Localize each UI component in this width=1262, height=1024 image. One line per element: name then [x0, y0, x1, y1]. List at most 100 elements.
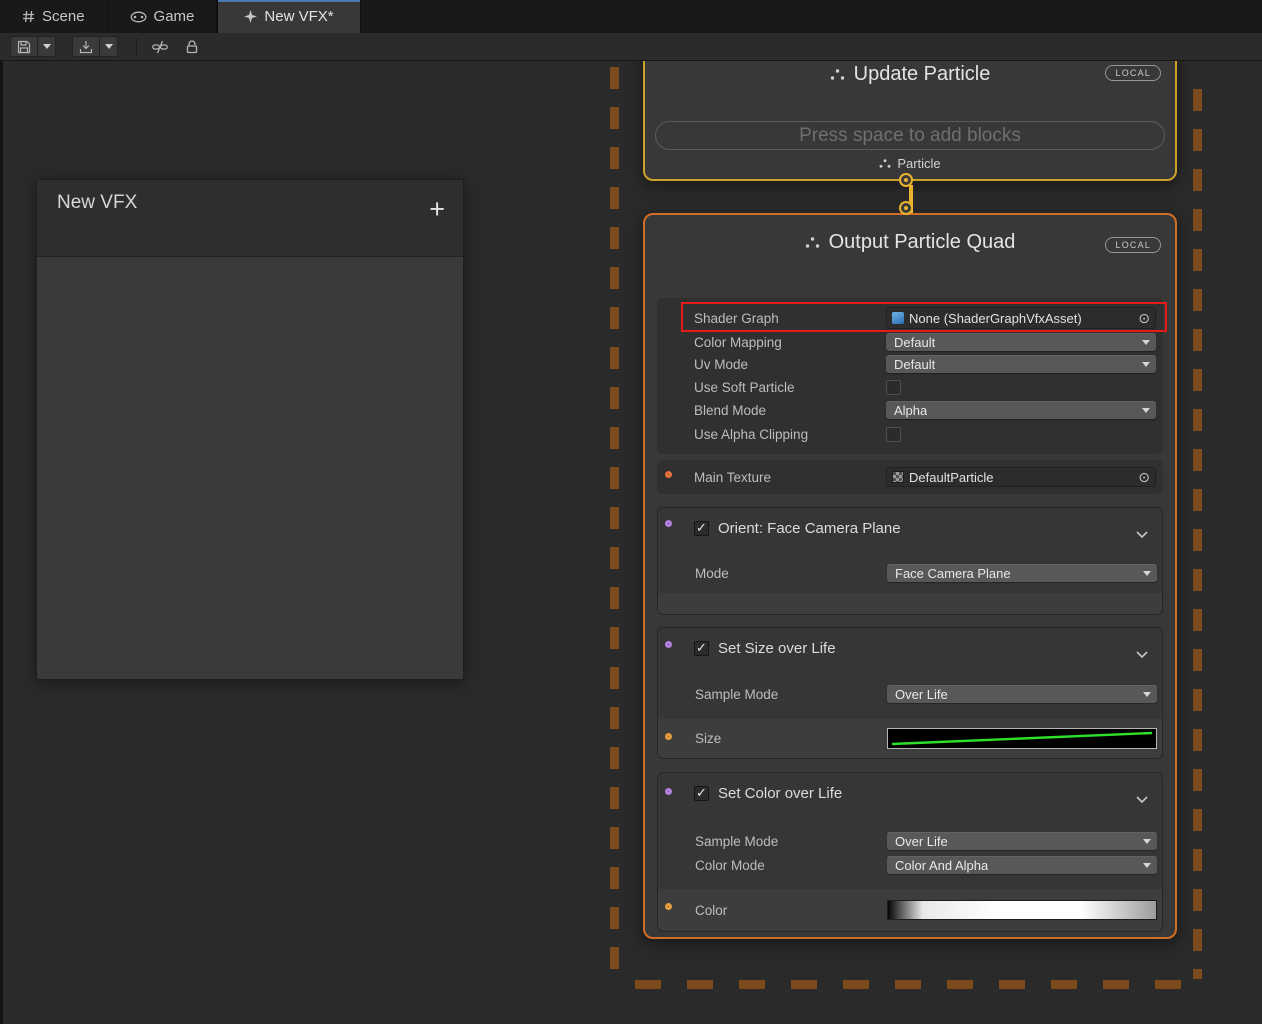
compile-button[interactable]	[72, 36, 100, 57]
output-node-title-row: Output Particle Quad	[645, 231, 1175, 254]
size-curve-row: Size	[658, 719, 1162, 758]
system-border-left	[610, 67, 619, 979]
setting-row-use-alpha-clipping: Use Alpha Clipping	[657, 426, 1163, 442]
orient-mode-dropdown[interactable]: Face Camera Plane	[887, 564, 1157, 582]
particle-port-text: Particle	[897, 156, 940, 171]
lock-button[interactable]	[179, 36, 205, 58]
color-label: Color	[695, 903, 887, 918]
color-mode-label: Color Mode	[695, 858, 887, 873]
main-texture-object-field[interactable]: DefaultParticle ⊙	[886, 467, 1156, 487]
main-texture-input-port[interactable]	[665, 471, 672, 478]
orient-block-port[interactable]	[665, 520, 672, 527]
update-particle-node[interactable]: Update Particle LOCAL Press space to add…	[643, 61, 1177, 181]
block-color-title: Set Color over Life	[718, 785, 842, 802]
color-gradient-field[interactable]	[887, 900, 1157, 920]
compile-options-dropdown[interactable]	[100, 36, 118, 57]
tab-game[interactable]: Game	[108, 0, 218, 33]
block-orient-title: Orient: Face Camera Plane	[718, 520, 901, 537]
main-texture-value: DefaultParticle	[909, 470, 1133, 485]
color-mapping-value: Default	[894, 335, 935, 350]
color-block-port[interactable]	[665, 788, 672, 795]
tab-new-vfx-label: New VFX*	[264, 8, 333, 25]
blend-mode-value: Alpha	[894, 403, 927, 418]
caret-down-icon	[1142, 408, 1150, 413]
color-mapping-dropdown[interactable]: Default	[886, 333, 1156, 351]
object-picker-icon[interactable]: ⊙	[1138, 311, 1150, 325]
blackboard-panel[interactable]: New VFX +	[36, 179, 464, 680]
object-picker-icon[interactable]: ⊙	[1138, 470, 1150, 484]
output-input-flow-port[interactable]	[901, 203, 911, 213]
system-border-right	[1193, 89, 1202, 979]
use-alpha-clipping-checkbox[interactable]	[886, 427, 901, 442]
block-set-size-over-life[interactable]: ✓ Set Size over Life Sample Mode Over Li…	[657, 627, 1163, 759]
blackboard-title: New VFX	[57, 192, 137, 214]
size-sample-mode-dropdown[interactable]: Over Life	[887, 685, 1157, 703]
game-controller-icon	[130, 11, 147, 23]
toolbar-separator	[136, 38, 137, 56]
update-node-title-row: Update Particle	[645, 63, 1175, 86]
save-button-group	[10, 36, 56, 57]
save-options-dropdown[interactable]	[38, 36, 56, 57]
local-badge: LOCAL	[1105, 65, 1161, 81]
shader-graph-asset-icon	[892, 312, 904, 324]
output-node-title: Output Particle Quad	[829, 231, 1016, 254]
compile-button-group	[72, 36, 118, 57]
system-border-bottom	[635, 980, 1205, 989]
block-color-enabled-checkbox[interactable]: ✓	[694, 786, 709, 801]
caret-down-icon	[1142, 362, 1150, 367]
block-orient-face-camera-plane[interactable]: ✓ Orient: Face Camera Plane Mode Face Ca…	[657, 507, 1163, 615]
caret-down-icon	[1143, 692, 1151, 697]
main-texture-panel: Main Texture DefaultParticle ⊙	[657, 460, 1163, 494]
block-size-enabled-checkbox[interactable]: ✓	[694, 641, 709, 656]
blackboard-add-button[interactable]: +	[429, 196, 445, 223]
block-orient-enabled-checkbox[interactable]: ✓	[694, 521, 709, 536]
update-output-flow-port[interactable]	[901, 175, 911, 185]
collapse-chevron-icon[interactable]	[1136, 525, 1148, 543]
caret-down-icon	[1143, 839, 1151, 844]
collapse-chevron-icon[interactable]	[1136, 790, 1148, 808]
tab-game-label: Game	[154, 8, 195, 25]
size-curve-field[interactable]	[887, 728, 1157, 749]
shader-graph-object-field[interactable]: None (ShaderGraphVfxAsset) ⊙	[886, 307, 1156, 329]
use-soft-particle-checkbox[interactable]	[886, 380, 901, 395]
color-input-port[interactable]	[665, 903, 672, 910]
unlink-button[interactable]	[147, 36, 173, 58]
add-blocks-placeholder[interactable]: Press space to add blocks	[655, 121, 1165, 150]
block-orient-footer	[658, 593, 1162, 614]
graph-canvas[interactable]: New VFX + Update Particle LOCAL Press sp…	[0, 61, 1262, 1024]
color-mapping-label: Color Mapping	[694, 335, 886, 350]
orient-mode-value: Face Camera Plane	[895, 566, 1011, 581]
window-edge	[0, 61, 3, 1024]
check-icon: ✓	[696, 785, 707, 801]
uv-mode-dropdown[interactable]: Default	[886, 355, 1156, 373]
setting-row-blend-mode: Blend Mode Alpha	[657, 401, 1163, 419]
color-gradient-row: Color	[658, 889, 1162, 931]
color-sample-mode-value: Over Life	[895, 834, 948, 849]
save-icon	[17, 40, 31, 54]
tab-new-vfx[interactable]: New VFX*	[217, 0, 360, 33]
caret-down-icon	[1143, 571, 1151, 576]
tab-scene[interactable]: Scene	[0, 0, 108, 33]
use-alpha-clipping-label: Use Alpha Clipping	[694, 427, 886, 442]
tab-bar: Scene Game New VFX*	[0, 0, 1262, 33]
block-set-color-over-life[interactable]: ✓ Set Color over Life Sample Mode Over L…	[657, 772, 1163, 932]
blend-mode-dropdown[interactable]: Alpha	[886, 401, 1156, 419]
check-icon: ✓	[696, 520, 707, 536]
import-icon	[79, 40, 93, 54]
main-texture-row: Main Texture DefaultParticle ⊙	[657, 467, 1163, 487]
color-mode-value: Color And Alpha	[895, 858, 988, 873]
save-button[interactable]	[10, 36, 38, 57]
block-orient-header: ✓ Orient: Face Camera Plane	[658, 508, 1162, 548]
block-size-title: Set Size over Life	[718, 640, 836, 657]
block-color-header: ✓ Set Color over Life	[658, 773, 1162, 813]
size-input-port[interactable]	[665, 733, 672, 740]
size-sample-mode-label: Sample Mode	[695, 687, 887, 702]
size-block-port[interactable]	[665, 641, 672, 648]
collapse-chevron-icon[interactable]	[1136, 645, 1148, 663]
output-particle-quad-node[interactable]: Output Particle Quad LOCAL Shader Graph …	[643, 213, 1177, 939]
check-icon: ✓	[696, 640, 707, 656]
color-sample-mode-dropdown[interactable]: Over Life	[887, 832, 1157, 850]
caret-down-icon	[105, 44, 113, 49]
size-label: Size	[695, 731, 887, 746]
color-mode-dropdown[interactable]: Color And Alpha	[887, 856, 1157, 874]
